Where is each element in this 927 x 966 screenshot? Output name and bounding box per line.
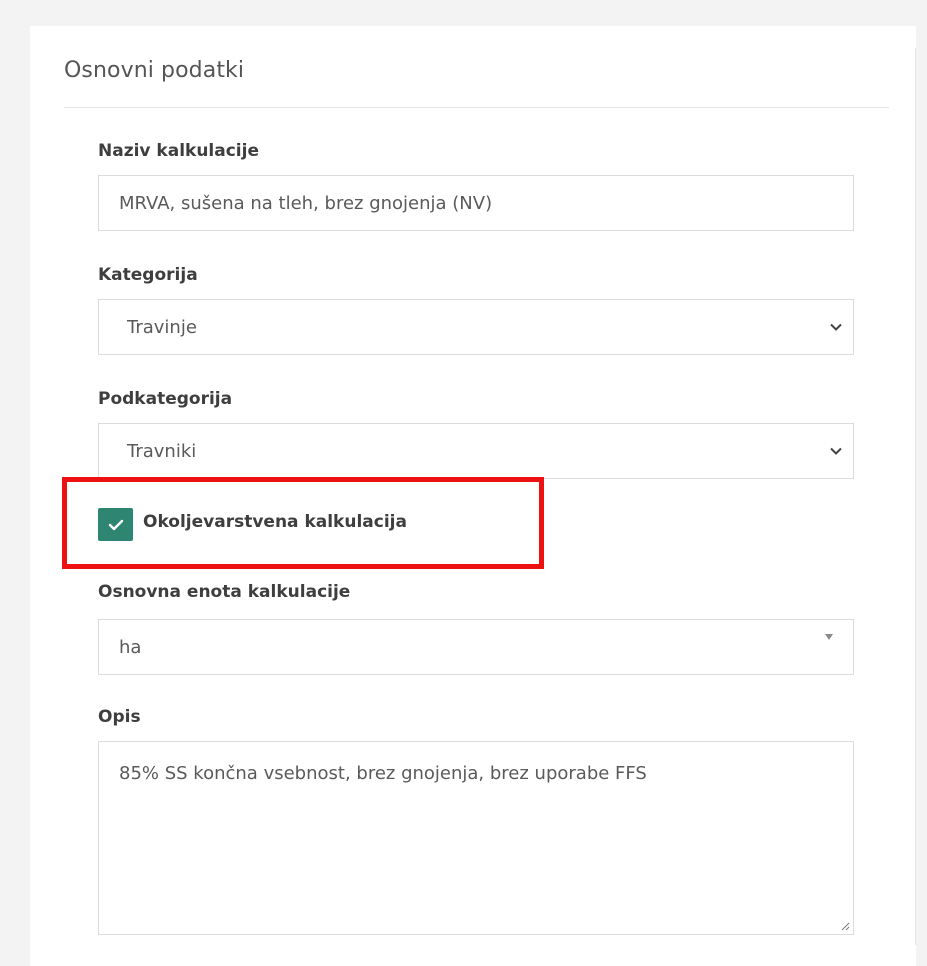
- category-select[interactable]: Travinje: [98, 299, 854, 355]
- chevron-down-icon: [830, 323, 842, 331]
- name-input-value: MRVA, sušena na tleh, brez gnojenja (NV): [119, 192, 493, 214]
- base-unit-select-value: ha: [119, 636, 142, 658]
- subcategory-label: Podkategorija: [98, 389, 233, 409]
- resize-handle-icon[interactable]: [840, 921, 850, 931]
- card-border: [915, 48, 916, 945]
- highlight-annotation-box: [62, 477, 544, 569]
- description-label: Opis: [98, 707, 141, 727]
- base-unit-label: Osnovna enota kalkulacije: [98, 582, 351, 602]
- category-select-value: Travinje: [127, 316, 197, 338]
- caret-down-icon: [825, 634, 833, 640]
- section-title: Osnovni podatki: [64, 58, 245, 83]
- description-textarea-value: 85% SS končna vsebnost, brez gnojenja, b…: [119, 763, 647, 784]
- subcategory-select-value: Travniki: [127, 440, 197, 462]
- category-label: Kategorija: [98, 265, 198, 285]
- subcategory-select[interactable]: Travniki: [98, 423, 854, 479]
- description-textarea[interactable]: 85% SS končna vsebnost, brez gnojenja, b…: [98, 741, 854, 935]
- name-input[interactable]: MRVA, sušena na tleh, brez gnojenja (NV): [98, 175, 854, 231]
- base-unit-select[interactable]: ha: [98, 619, 854, 675]
- chevron-down-icon: [830, 447, 842, 455]
- title-divider: [64, 107, 889, 108]
- name-label: Naziv kalkulacije: [98, 141, 259, 161]
